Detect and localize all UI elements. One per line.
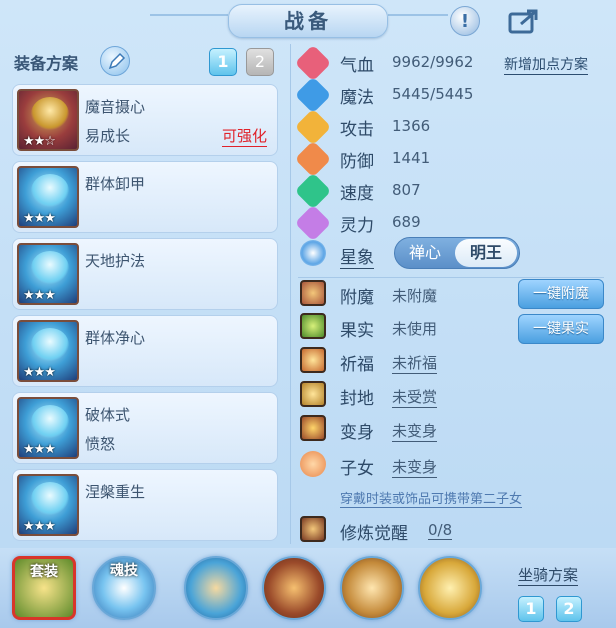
stat-label-defense: 防御 bbox=[340, 152, 374, 172]
hp-icon bbox=[294, 44, 332, 82]
stat-label-spirit: 灵力 bbox=[340, 216, 374, 236]
skill-trait: 易成长 bbox=[85, 127, 131, 145]
info-icon[interactable]: ! bbox=[450, 6, 480, 36]
cultivation-value[interactable]: 0/8 bbox=[428, 521, 453, 540]
demon-voice-skill-icon: ★★☆ bbox=[17, 89, 79, 151]
blessing-icon bbox=[300, 347, 326, 373]
star-sign-toggle[interactable]: 禅心 明王 bbox=[394, 237, 520, 269]
extra-label-child: 子女 bbox=[340, 459, 374, 479]
star-rating: ★★★ bbox=[23, 288, 56, 303]
skill-name: 群体卸甲 bbox=[85, 175, 146, 193]
extra-value-enchant: 未附魔 bbox=[392, 287, 438, 305]
star-sign-label[interactable]: 星象 bbox=[340, 243, 374, 269]
soul-skill-label: 魂技 bbox=[110, 563, 138, 579]
star-sign-option-chanxin[interactable]: 禅心 bbox=[397, 238, 453, 268]
extra-label-fief: 封地 bbox=[340, 389, 374, 409]
skill-name: 涅槃重生 bbox=[85, 483, 146, 501]
equipment-plan-2-button[interactable]: 2 bbox=[246, 48, 274, 76]
speed-icon bbox=[294, 172, 332, 210]
defense-icon bbox=[294, 140, 332, 178]
cultivation-label: 修炼觉醒 bbox=[340, 524, 408, 544]
extra-value-fief[interactable]: 未受赏 bbox=[392, 386, 438, 408]
mount-plan-1-button[interactable]: 1 bbox=[518, 596, 544, 622]
skill-card[interactable]: ★★★ 破体式 愤怒 bbox=[12, 392, 278, 464]
title-ornament-right bbox=[388, 14, 448, 16]
skill-card[interactable]: ★★★ 天地护法 bbox=[12, 238, 278, 310]
star-rating: ★★★ bbox=[23, 519, 56, 534]
mp-icon bbox=[294, 76, 332, 114]
second-child-hint: 穿戴时装或饰品可携带第二子女 bbox=[340, 488, 523, 508]
fief-icon bbox=[300, 381, 326, 407]
add-point-plan-link[interactable]: 新增加点方案 bbox=[504, 54, 588, 75]
page-title: 战备 bbox=[228, 4, 388, 38]
skill-trait: 愤怒 bbox=[85, 435, 116, 453]
skill-card[interactable]: ★★★ 群体卸甲 bbox=[12, 161, 278, 233]
stat-label-speed: 速度 bbox=[340, 184, 374, 204]
fruit-icon bbox=[300, 313, 326, 339]
stat-label-hp: 气血 bbox=[340, 56, 374, 76]
extra-label-fruit: 果实 bbox=[340, 321, 374, 341]
heaven-guard-skill-icon: ★★★ bbox=[17, 243, 79, 305]
extra-value-transform[interactable]: 未变身 bbox=[392, 420, 438, 442]
title-ornament-left bbox=[150, 14, 228, 16]
stat-value-attack: 1366 bbox=[392, 117, 431, 135]
star-rating: ★★★ bbox=[23, 211, 56, 226]
nirvana-skill-icon: ★★★ bbox=[17, 474, 79, 536]
soul-skill-button[interactable]: 魂技 bbox=[92, 556, 156, 620]
skill-card[interactable]: ★★☆ 魔音摄心 易成长 可强化 bbox=[12, 84, 278, 156]
group-purify-skill-icon: ★★★ bbox=[17, 320, 79, 382]
stat-label-attack: 攻击 bbox=[340, 120, 374, 140]
enchant-icon bbox=[300, 280, 326, 306]
stat-value-hp: 9962/9962 bbox=[392, 53, 474, 71]
mount-plan-label[interactable]: 坐骑方案 bbox=[518, 564, 579, 586]
star-rating: ★★★ bbox=[23, 442, 56, 457]
spirit-icon bbox=[294, 204, 332, 242]
set-skill-label: 套装 bbox=[30, 564, 58, 580]
break-body-skill-icon: ★★★ bbox=[17, 397, 79, 459]
stat-value-speed: 807 bbox=[392, 181, 421, 199]
skill-name: 破体式 bbox=[85, 406, 131, 424]
monk-skill-icon[interactable] bbox=[184, 556, 248, 620]
star-sign-icon bbox=[300, 240, 326, 266]
scroll-skill-icon[interactable] bbox=[262, 556, 326, 620]
stat-value-mp: 5445/5445 bbox=[392, 85, 474, 103]
share-icon[interactable] bbox=[507, 6, 543, 36]
golden-warrior-skill-icon[interactable] bbox=[418, 556, 482, 620]
mount-plan-2-button[interactable]: 2 bbox=[556, 596, 582, 622]
star-rating: ★★★ bbox=[23, 365, 56, 380]
stat-label-mp: 魔法 bbox=[340, 88, 374, 108]
star-rating: ★★☆ bbox=[23, 134, 56, 149]
group-disarm-skill-icon: ★★★ bbox=[17, 166, 79, 228]
section-divider bbox=[298, 277, 604, 278]
extra-value-blessing[interactable]: 未祈福 bbox=[392, 352, 438, 374]
one-click-fruit-button[interactable]: 一键果实 bbox=[518, 314, 604, 344]
cultivation-icon bbox=[300, 516, 326, 542]
battle-prep-panel: 战备 ! 装备方案 1 2 ★★☆ 魔音摄心 易成长 可强化 ★★★ 群体卸甲 … bbox=[0, 0, 616, 628]
edit-plan-pencil-icon[interactable] bbox=[100, 46, 130, 76]
transform-icon bbox=[300, 415, 326, 441]
enhance-link[interactable]: 可强化 bbox=[221, 125, 267, 147]
extra-value-fruit: 未使用 bbox=[392, 320, 438, 338]
equipment-plan-label: 装备方案 bbox=[14, 54, 79, 73]
skill-name: 天地护法 bbox=[85, 252, 146, 270]
skill-card[interactable]: ★★★ 涅槃重生 bbox=[12, 469, 278, 541]
skill-card[interactable]: ★★★ 群体净心 bbox=[12, 315, 278, 387]
panel-divider bbox=[290, 44, 291, 544]
extra-label-enchant: 附魔 bbox=[340, 288, 374, 308]
skill-name: 魔音摄心 bbox=[85, 98, 146, 116]
attack-icon bbox=[294, 108, 332, 146]
warrior-skill-icon[interactable] bbox=[340, 556, 404, 620]
stat-value-spirit: 689 bbox=[392, 213, 421, 231]
star-sign-option-mingwang[interactable]: 明王 bbox=[455, 239, 517, 267]
extra-label-blessing: 祈福 bbox=[340, 355, 374, 375]
extra-label-transform: 变身 bbox=[340, 423, 374, 443]
child-icon bbox=[300, 451, 326, 477]
set-skill-button[interactable]: 套装 bbox=[12, 556, 76, 620]
one-click-enchant-button[interactable]: 一键附魔 bbox=[518, 279, 604, 309]
stat-value-defense: 1441 bbox=[392, 149, 431, 167]
equipment-plan-1-button[interactable]: 1 bbox=[209, 48, 237, 76]
extra-value-child[interactable]: 未变身 bbox=[392, 456, 438, 478]
skill-name: 群体净心 bbox=[85, 329, 146, 347]
